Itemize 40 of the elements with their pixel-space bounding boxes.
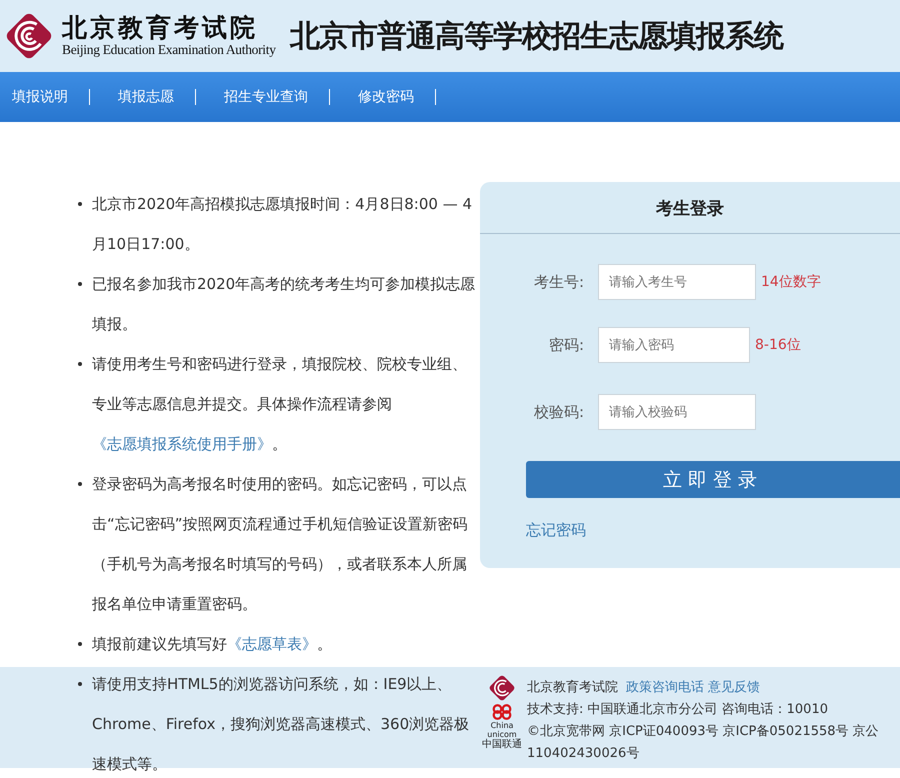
- input-field[interactable]: 请输入校验码: [598, 394, 756, 430]
- footer-link[interactable]: 政策咨询电话: [626, 680, 704, 695]
- manual-link[interactable]: 《志愿填报系统使用手册》: [92, 435, 272, 453]
- nav-link[interactable]: 填报说明: [0, 89, 90, 105]
- notice-text: 请使用支持HTML5的浏览器访问系统，如：IE9以上、Chrome、Firefox，搜狗浏览器高速模式、360浏览器极速模式等。: [92, 674, 470, 775]
- footer-license-text: 110402430026号: [527, 745, 640, 763]
- nav-link[interactable]: 填报志愿: [106, 89, 196, 105]
- unicom-logo-text: 中国联通: [482, 739, 522, 750]
- org-name: 北京教育考试院: [62, 14, 259, 42]
- bullet-icon: [78, 482, 82, 486]
- field-label: 校验码:: [532, 402, 585, 422]
- notice-text: 请使用考生号和密码进行登录，填报院校、院校专业组、专业等志愿信息并提交。具体操作流程请参阅 《志愿填报系统使用手册》。: [92, 354, 468, 455]
- field-label: 密码:: [548, 336, 585, 354]
- notice-text: 已报名参加我市2020年高考的统考考生均可参加模拟志愿填报。: [92, 274, 476, 335]
- login-button[interactable]: 立即登录: [526, 461, 900, 498]
- system-title: 北京市普通高等学校招生志愿填报系统: [290, 18, 783, 56]
- bullet-icon: [78, 282, 82, 286]
- field-label: 考生号:: [532, 272, 585, 292]
- notice-text: 登录密码为高考报名时使用的密码。如忘记密码，可以点击“忘记密码”按照网页流程通过手机短信验证设置新密码（手机号为高考报名时填写的号码），或者联系本人所属报名单位申请重置密码。: [92, 474, 469, 615]
- notice-text: 北京市2020年高招模拟志愿填报时间：4月8日8:00 — 4月10日17:00。: [92, 194, 474, 255]
- footer-license-text: ©北京宽带网 京ICP证040093号 京ICP备05021558号 京公: [527, 723, 879, 741]
- login-title: 考生登录: [480, 182, 900, 234]
- input-field[interactable]: 请输入考生号: [598, 264, 756, 300]
- bullet-icon: [78, 682, 82, 686]
- manual-link[interactable]: 《志愿草表》: [227, 635, 317, 653]
- org-name-english: Beijing Education Examination Authority: [62, 42, 277, 58]
- bullet-icon: [78, 642, 82, 646]
- nav-link[interactable]: 修改密码: [346, 89, 436, 105]
- nav-link[interactable]: 招生专业查询: [212, 89, 330, 105]
- field-hint: 14位数字: [761, 273, 821, 291]
- footer-support-text: 技术支持: 中国联通北京市分公司 咨询电话：10010: [527, 701, 829, 719]
- bullet-icon: [78, 362, 82, 366]
- forgot-password-link[interactable]: 忘记密码: [526, 521, 586, 540]
- bullet-icon: [78, 202, 82, 206]
- unicom-logo-text: China unicom: [487, 721, 517, 739]
- field-hint: 8-16位: [755, 336, 801, 354]
- input-field[interactable]: 请输入密码: [598, 327, 750, 363]
- footer-org: 北京教育考试院: [527, 680, 618, 695]
- footer-link[interactable]: 意见反馈: [708, 680, 760, 695]
- notice-text: 填报前建议先填写好《志愿草表》。: [92, 634, 332, 655]
